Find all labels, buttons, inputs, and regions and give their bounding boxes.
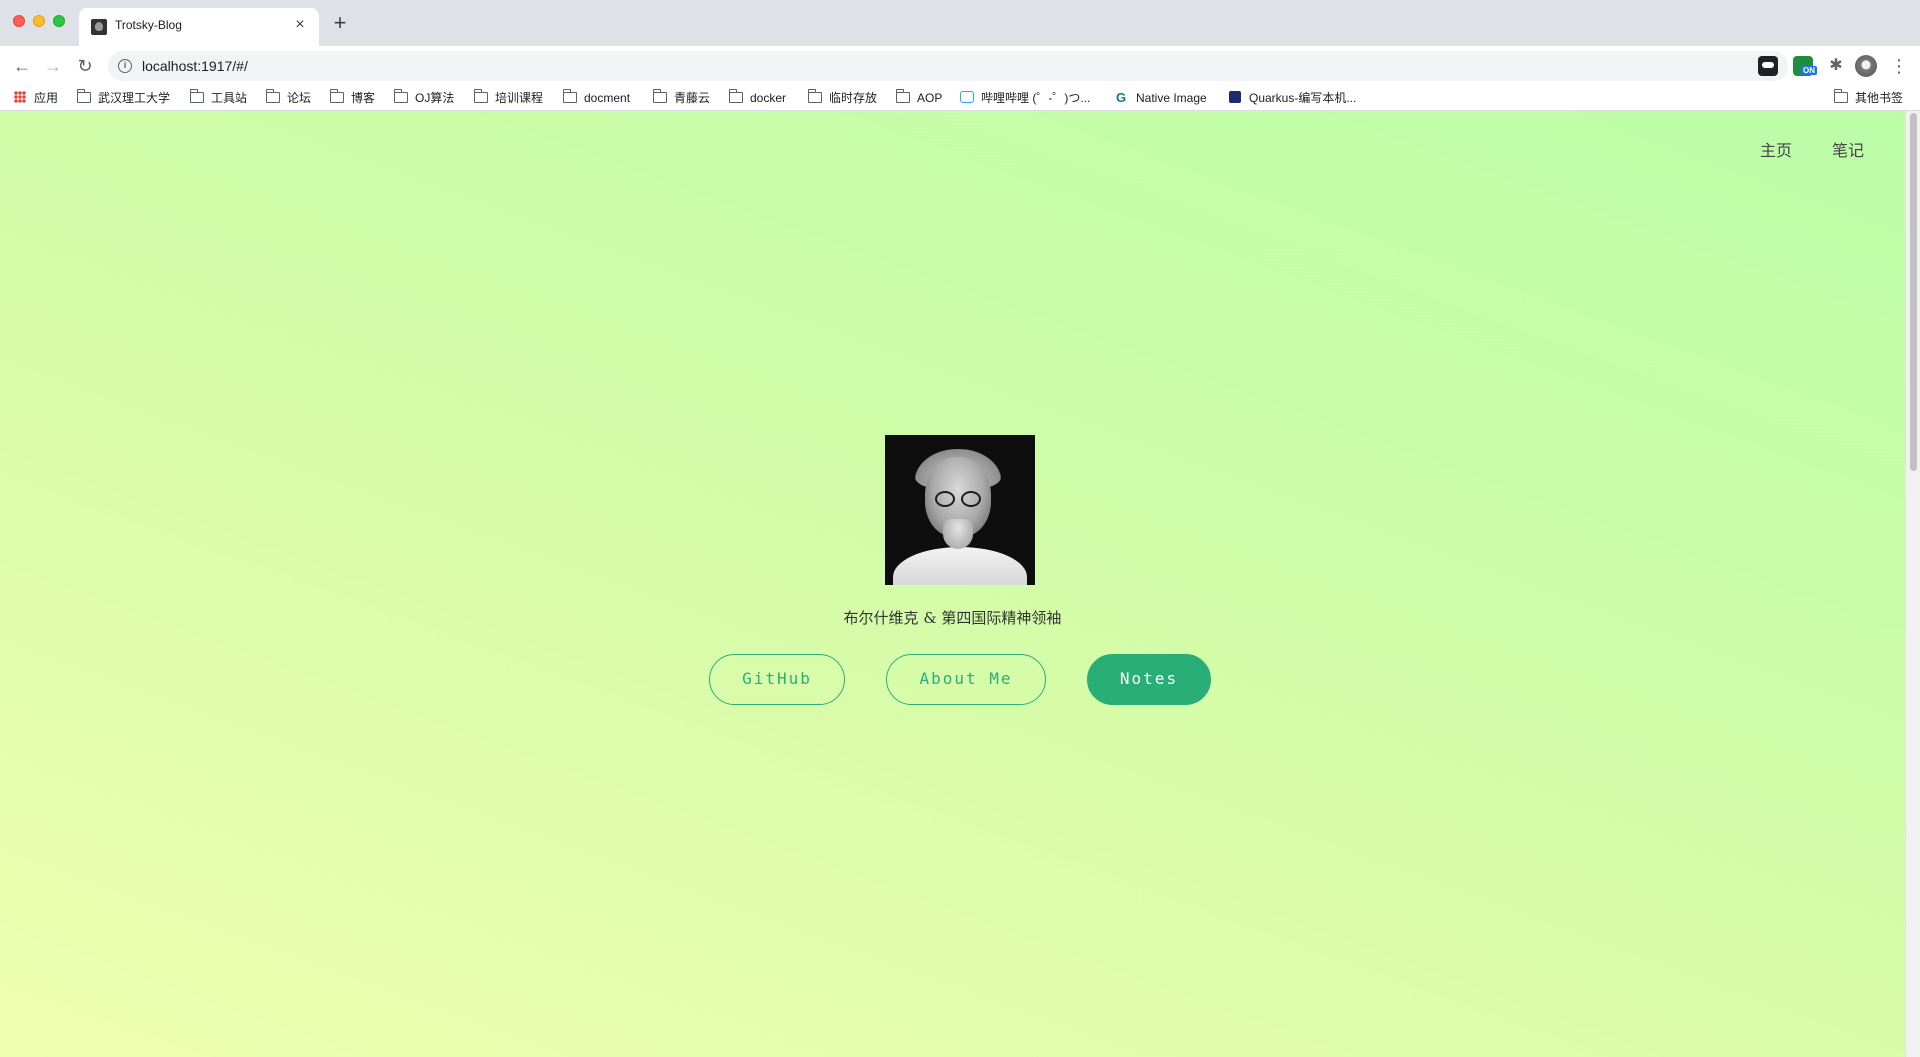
folder-icon [563, 89, 577, 103]
bookmark-folder[interactable]: docment [563, 89, 630, 107]
back-button[interactable]: ← [11, 55, 33, 77]
extension-icon[interactable] [1758, 56, 1778, 76]
bookmark-label: 哔哩哔哩 (゜-゜)つ... [981, 91, 1091, 105]
folder-icon [266, 89, 280, 103]
folder-icon [77, 89, 91, 103]
page-viewport: 主页 笔记 布尔什维克 & 第四国际精神领袖 GitHub About Me N… [0, 111, 1905, 1057]
folder-icon [330, 89, 344, 103]
bookmark-label: 应用 [34, 91, 59, 105]
nav-notes-link[interactable]: 笔记 [1832, 137, 1864, 161]
url-text[interactable]: localhost:1917/#/ [142, 58, 248, 74]
bookmark-other[interactable]: 其他书签 [1834, 89, 1903, 107]
folder-icon [1834, 89, 1848, 103]
bookmark-bilibili[interactable]: 哔哩哔哩 (゜-゜)つ... [960, 89, 1090, 107]
scrollbar-thumb[interactable] [1910, 113, 1917, 471]
bookmark-label: 青藤云 [674, 91, 711, 105]
folder-icon [653, 89, 667, 103]
apps-grid-icon [14, 91, 26, 103]
favicon-icon [91, 19, 107, 35]
github-button[interactable]: GitHub [709, 654, 845, 705]
bookmark-folder[interactable]: 武汉理工大学 [77, 89, 170, 107]
bookmark-label: 临时存放 [829, 91, 878, 105]
browser-tab[interactable]: Trotsky-Blog × [79, 8, 319, 46]
folder-icon [394, 89, 408, 103]
tab-title: Trotsky-Blog [115, 18, 182, 32]
page-scrollbar[interactable] [1905, 111, 1920, 1057]
forward-button[interactable]: → [42, 55, 64, 77]
bookmark-folder[interactable]: AOP [896, 89, 942, 107]
bookmark-label: 培训课程 [495, 91, 544, 105]
bookmark-label: Quarkus-编写本机... [1249, 91, 1357, 105]
tab-close-icon[interactable]: × [291, 16, 309, 34]
bookmark-folder[interactable]: 工具站 [190, 89, 247, 107]
bookmark-folder[interactable]: 博客 [330, 89, 375, 107]
nav-home-link[interactable]: 主页 [1760, 137, 1792, 161]
bookmarks-bar: 应用 武汉理工大学 工具站 论坛 博客 OJ算法 培训课程 docment 青藤… [0, 86, 1920, 111]
bookmark-label: OJ算法 [415, 91, 455, 105]
extension-on-icon[interactable]: ON [1793, 56, 1817, 76]
bookmark-label: 其他书签 [1855, 91, 1904, 105]
tab-strip: Trotsky-Blog × + [0, 0, 1920, 46]
folder-icon [190, 89, 204, 103]
extension-badge: ON [1801, 66, 1817, 75]
minimize-window-button[interactable] [33, 15, 45, 27]
notes-button[interactable]: Notes [1087, 654, 1211, 705]
bookmark-label: 工具站 [211, 91, 248, 105]
maximize-window-button[interactable] [53, 15, 65, 27]
reload-button[interactable]: ↻ [74, 55, 96, 77]
profile-tagline: 布尔什维克 & 第四国际精神领袖 [843, 609, 1062, 627]
bookmark-label: docker [750, 91, 787, 105]
folder-icon [808, 89, 822, 103]
folder-icon [729, 89, 743, 103]
site-info-icon[interactable]: i [118, 59, 132, 73]
bookmark-native-image[interactable]: G Native Image [1116, 89, 1207, 107]
bookmark-folder[interactable]: OJ算法 [394, 89, 454, 107]
bookmark-apps[interactable]: 应用 [14, 89, 58, 107]
new-tab-button[interactable]: + [329, 12, 351, 34]
bookmark-folder[interactable]: docker [729, 89, 786, 107]
bookmark-folder[interactable]: 青藤云 [653, 89, 710, 107]
browser-menu-icon[interactable]: ⋮ [1890, 55, 1908, 77]
profile-avatar[interactable] [1855, 55, 1877, 77]
bookmark-label: AOP [917, 91, 943, 105]
g-logo-icon: G [1116, 90, 1127, 105]
address-bar[interactable]: i localhost:1917/#/ ☆ [108, 51, 1788, 81]
bookmark-label: docment [584, 91, 631, 105]
avatar-portrait [885, 435, 1035, 585]
browser-toolbar: ← → ↻ i localhost:1917/#/ ☆ ON ✱ ⋮ [0, 46, 1920, 86]
folder-icon [474, 89, 488, 103]
folder-icon [896, 89, 910, 103]
extensions-puzzle-icon[interactable]: ✱ [1826, 56, 1846, 76]
close-window-button[interactable] [13, 15, 25, 27]
about-me-button[interactable]: About Me [886, 654, 1046, 705]
bookmark-label: 武汉理工大学 [98, 91, 171, 105]
quarkus-icon [1229, 91, 1241, 103]
bilibili-icon [960, 91, 974, 103]
bookmark-label: 论坛 [287, 91, 312, 105]
bookmark-label: 博客 [351, 91, 376, 105]
bookmark-folder[interactable]: 培训课程 [474, 89, 543, 107]
bookmark-folder[interactable]: 论坛 [266, 89, 311, 107]
bookmark-label: Native Image [1136, 91, 1207, 105]
bookmark-quarkus[interactable]: Quarkus-编写本机... [1229, 89, 1356, 107]
bookmark-folder[interactable]: 临时存放 [808, 89, 877, 107]
